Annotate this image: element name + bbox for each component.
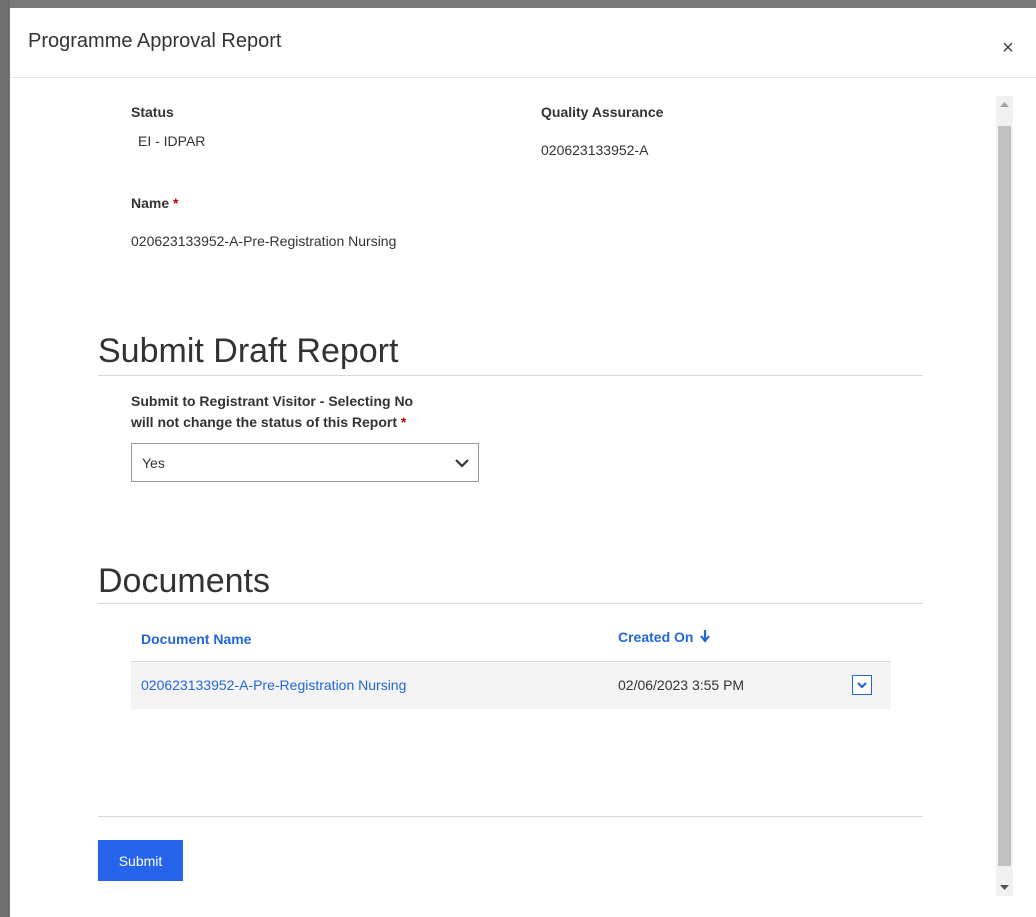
programme-approval-dialog: Programme Approval Report × Status EI - … bbox=[10, 8, 1036, 917]
row-actions-button[interactable] bbox=[852, 675, 872, 695]
background-page-edge bbox=[0, 0, 10, 917]
name-label-text: Name bbox=[131, 195, 170, 211]
name-label: Name * bbox=[131, 195, 178, 211]
submit-question-line2-text: will not change the status of this Repor… bbox=[131, 414, 398, 430]
arrow-down-icon bbox=[700, 630, 711, 643]
documents-section-divider bbox=[98, 603, 923, 604]
submit-question-line2: will not change the status of this Repor… bbox=[131, 412, 413, 433]
dialog-header: Programme Approval Report × bbox=[10, 8, 1036, 78]
vertical-scrollbar[interactable] bbox=[996, 96, 1013, 896]
column-header-created-on[interactable]: Created On bbox=[618, 629, 711, 645]
created-on-label: Created On bbox=[618, 629, 694, 645]
documents-heading: Documents bbox=[98, 562, 270, 600]
name-value: 020623133952-A-Pre-Registration Nursing bbox=[131, 233, 397, 249]
chevron-down-icon bbox=[455, 459, 469, 468]
document-created-on: 02/06/2023 3:55 PM bbox=[618, 677, 745, 693]
document-link[interactable]: 020623133952-A-Pre-Registration Nursing bbox=[141, 677, 406, 693]
required-marker: * bbox=[173, 195, 179, 211]
column-header-document-name[interactable]: Document Name bbox=[141, 631, 251, 647]
required-marker: * bbox=[400, 414, 407, 430]
scroll-up-icon[interactable] bbox=[996, 96, 1013, 113]
submit-to-registrant-select[interactable]: Yes bbox=[131, 443, 479, 482]
close-button[interactable]: × bbox=[1000, 37, 1016, 59]
status-value: EI - IDPAR bbox=[138, 133, 206, 149]
dialog-content: Status EI - IDPAR Quality Assurance 0206… bbox=[10, 78, 990, 917]
quality-assurance-value: 020623133952-A bbox=[541, 142, 649, 158]
chevron-down-icon bbox=[857, 682, 867, 689]
table-row: 020623133952-A-Pre-Registration Nursing … bbox=[131, 661, 891, 709]
submit-button[interactable]: Submit bbox=[98, 840, 183, 881]
quality-assurance-label: Quality Assurance bbox=[541, 104, 664, 120]
scrollbar-thumb[interactable] bbox=[998, 126, 1011, 866]
status-label: Status bbox=[131, 104, 174, 120]
submit-section-divider bbox=[98, 375, 923, 376]
footer-divider bbox=[98, 816, 923, 817]
close-icon: × bbox=[1002, 37, 1014, 59]
submit-draft-report-heading: Submit Draft Report bbox=[98, 332, 399, 370]
submit-question-label: Submit to Registrant Visitor - Selecting… bbox=[131, 391, 413, 433]
scroll-down-icon[interactable] bbox=[996, 879, 1013, 896]
dialog-title: Programme Approval Report bbox=[28, 30, 282, 52]
select-value: Yes bbox=[142, 455, 165, 471]
submit-question-line1: Submit to Registrant Visitor - Selecting… bbox=[131, 393, 414, 409]
